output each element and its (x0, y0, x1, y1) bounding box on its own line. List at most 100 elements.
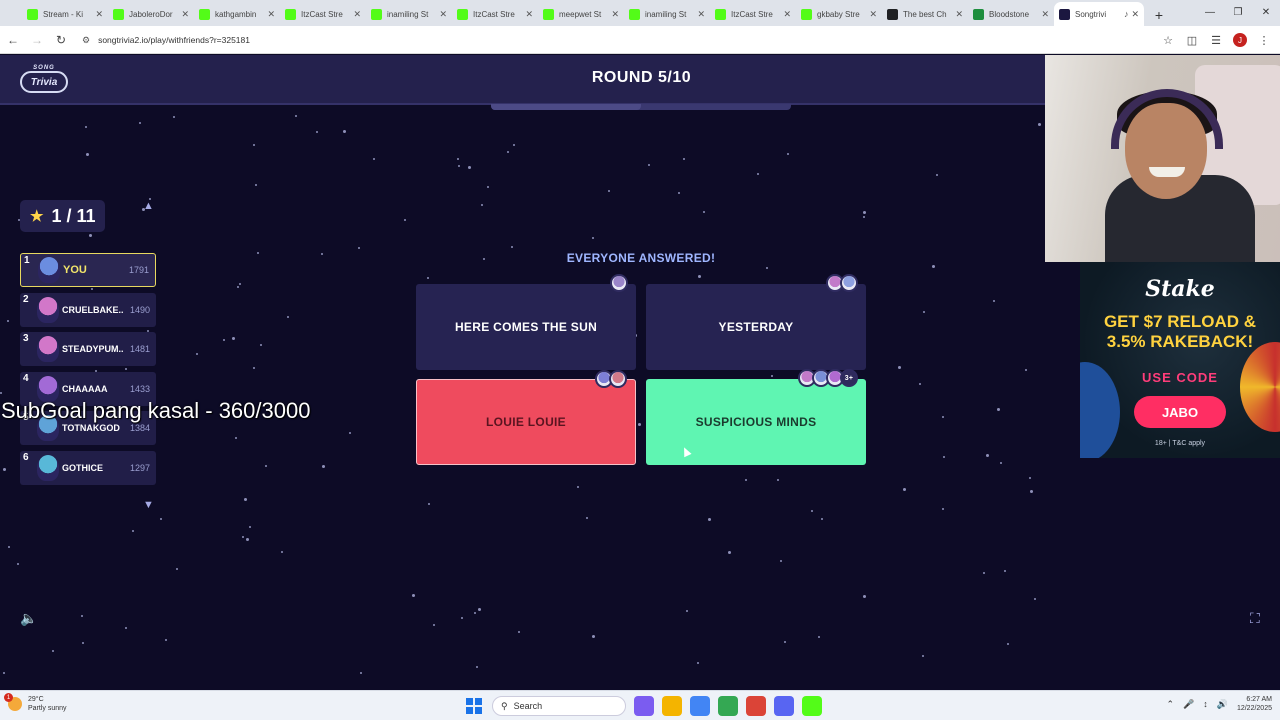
background-star (358, 247, 360, 249)
scroll-up-arrow-icon[interactable]: ▲ (143, 200, 154, 212)
background-star (586, 517, 588, 519)
taskbar-app-icon[interactable] (690, 696, 710, 716)
site-info-icon[interactable]: ⚙ (82, 35, 90, 46)
background-star (246, 538, 249, 541)
browser-tab[interactable]: inamiling St ✕ (366, 2, 452, 26)
taskbar-app-icon[interactable] (746, 696, 766, 716)
close-tab-icon[interactable]: ✕ (955, 9, 963, 20)
background-star (942, 508, 944, 510)
back-icon[interactable]: ← (2, 29, 24, 51)
background-star (686, 610, 688, 612)
close-tab-icon[interactable]: ✕ (783, 9, 791, 20)
address-bar[interactable]: ⚙ songtrivia2.io/play/withfriends?r=3251… (74, 29, 1174, 51)
answer-option[interactable]: YESTERDAY (646, 274, 866, 370)
reload-icon[interactable]: ↻ (50, 29, 72, 51)
answer-option[interactable]: HERE COMES THE SUN (416, 274, 636, 370)
kick-icon (199, 8, 210, 20)
close-tab-icon[interactable]: ✕ (1041, 9, 1049, 20)
scroll-down-arrow-icon[interactable]: ▼ (143, 499, 154, 511)
volume-icon[interactable]: 🔊 (1217, 699, 1228, 710)
taskbar-app-icon[interactable] (662, 696, 682, 716)
browser-tab-label: ItzCast Stre (301, 9, 343, 19)
close-tab-icon[interactable]: ✕ (439, 9, 447, 20)
forward-icon[interactable]: → (26, 29, 48, 51)
browser-toolbar: ← → ↻ ⚙ songtrivia2.io/play/withfriends?… (0, 26, 1280, 54)
network-icon[interactable]: ↕ (1203, 699, 1208, 709)
background-star (638, 423, 641, 426)
speaker-icon[interactable]: 🔈 (20, 610, 37, 627)
os-taskbar: 1 29°C Partly sunny ⚲ Search ⌃ 🎤 ↕ 🔊 6:2… (0, 690, 1280, 720)
close-tab-icon[interactable]: ✕ (1131, 9, 1139, 20)
browser-tab-label: The best Ch (903, 9, 947, 19)
taskbar-app-icon[interactable] (802, 696, 822, 716)
tab-audio-icon[interactable]: ♪ (1124, 9, 1129, 19)
answer-option[interactable]: SUSPICIOUS MINDS 3+ (646, 369, 866, 465)
close-tab-icon[interactable]: ✕ (181, 9, 189, 20)
close-tab-icon[interactable]: ✕ (697, 9, 705, 20)
bookmark-star-icon[interactable]: ☆ (1156, 29, 1180, 51)
taskbar-search[interactable]: ⚲ Search (492, 696, 626, 716)
tray-overflow-icon[interactable]: ⌃ (1166, 699, 1174, 710)
close-tab-icon[interactable]: ✕ (611, 9, 619, 20)
background-star (474, 612, 476, 614)
background-star (125, 627, 127, 629)
browser-tab[interactable]: meepwet St ✕ (538, 2, 624, 26)
minimize-icon[interactable]: — (1196, 0, 1224, 24)
close-tab-icon[interactable]: ✕ (267, 9, 275, 20)
close-tab-icon[interactable]: ✕ (353, 9, 361, 20)
background-star (997, 408, 1000, 411)
background-star (295, 115, 297, 117)
background-star (287, 316, 289, 318)
windows-start-icon[interactable] (466, 698, 482, 714)
background-star (260, 344, 262, 346)
browser-tab[interactable]: gkbaby Stre ✕ (796, 2, 882, 26)
weather-widget[interactable]: 1 29°C Partly sunny (4, 693, 67, 713)
background-star (433, 624, 435, 626)
clock[interactable]: 6:27 AM 12/22/2025 (1237, 695, 1272, 713)
answer-label: YESTERDAY (718, 320, 794, 334)
player-score-badge: ★ 1 / 11 (20, 200, 105, 232)
new-tab-button[interactable]: + (1148, 4, 1170, 26)
close-tab-icon[interactable]: ✕ (95, 9, 103, 20)
background-star (249, 526, 251, 528)
kick-icon (457, 8, 468, 20)
browser-tab[interactable]: kathgambin ✕ (194, 2, 280, 26)
fullscreen-icon[interactable]: ⛶ (1250, 610, 1260, 627)
taskbar-app-icon[interactable] (634, 696, 654, 716)
browser-tab-label: inamiling St (387, 9, 429, 19)
browser-tab[interactable]: Songtrivi ♪ ✕ (1054, 2, 1144, 26)
browser-tab[interactable]: inamiling St ✕ (624, 2, 710, 26)
restore-icon[interactable]: ❐ (1224, 0, 1252, 24)
background-star (513, 144, 515, 146)
browser-tab[interactable]: The best Ch ✕ (882, 2, 968, 26)
browser-tab[interactable]: ItzCast Stre ✕ (452, 2, 538, 26)
leaderboard-row: 3 STEADYPUM... 1481 (20, 332, 156, 366)
background-star (507, 151, 509, 153)
background-star (232, 337, 235, 340)
browser-tab[interactable]: ItzCast Stre ✕ (710, 2, 796, 26)
close-window-icon[interactable]: ✕ (1252, 0, 1280, 24)
extensions-icon[interactable]: ◫ (1180, 29, 1204, 51)
taskbar-app-icon[interactable] (774, 696, 794, 716)
close-tab-icon[interactable]: ✕ (869, 9, 877, 20)
menu-icon[interactable]: ⋮ (1252, 29, 1276, 51)
background-star (316, 131, 318, 133)
taskbar-app-icon[interactable] (718, 696, 738, 716)
media-control-icon[interactable]: ☰ (1204, 29, 1228, 51)
close-tab-icon[interactable]: ✕ (525, 9, 533, 20)
profile-avatar[interactable]: J (1233, 33, 1247, 47)
microphone-icon[interactable]: 🎤 (1183, 699, 1194, 710)
songtrivia-icon (1059, 8, 1070, 20)
browser-tab[interactable]: Bloodstone ✕ (968, 2, 1054, 26)
browser-tab-label: inamiling St (645, 9, 687, 19)
background-star (766, 267, 768, 269)
background-star (139, 122, 141, 124)
browser-tab[interactable]: JaboleroDor ✕ (108, 2, 194, 26)
browser-tab[interactable]: ItzCast Stre ✕ (280, 2, 366, 26)
background-star (919, 383, 921, 385)
ad-use-code: USE CODE (1142, 370, 1218, 385)
picker-avatar (610, 274, 628, 292)
answer-option[interactable]: LOUIE LOUIE (416, 370, 636, 465)
background-star (281, 551, 283, 553)
browser-tab[interactable]: Stream - Ki ✕ (22, 2, 108, 26)
